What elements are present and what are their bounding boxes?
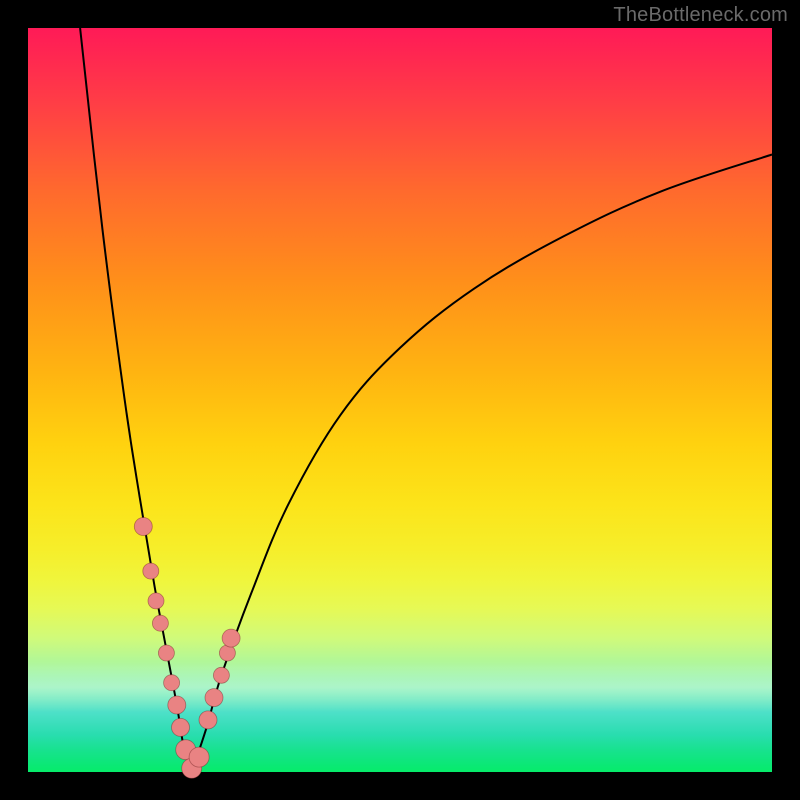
scatter-dot bbox=[189, 747, 209, 767]
scatter-dot bbox=[213, 667, 229, 683]
curve-right-branch bbox=[192, 155, 772, 773]
scatter-dot bbox=[205, 689, 223, 707]
curve-left-branch bbox=[80, 28, 192, 772]
scatter-dot bbox=[158, 645, 174, 661]
scatter-dot bbox=[152, 615, 168, 631]
plot-area bbox=[28, 28, 772, 772]
watermark-text: TheBottleneck.com bbox=[613, 4, 788, 27]
scatter-dot bbox=[134, 518, 152, 536]
scatter-dot bbox=[143, 563, 159, 579]
scatter-dot bbox=[168, 696, 186, 714]
scatter-dot bbox=[148, 593, 164, 609]
scatter-dot bbox=[222, 629, 240, 647]
chart-frame: TheBottleneck.com bbox=[0, 0, 800, 800]
scatter-dot bbox=[164, 675, 180, 691]
curve-svg bbox=[28, 28, 772, 772]
scatter-dot bbox=[219, 645, 235, 661]
scatter-dot bbox=[199, 711, 217, 729]
scatter-dot bbox=[172, 718, 190, 736]
